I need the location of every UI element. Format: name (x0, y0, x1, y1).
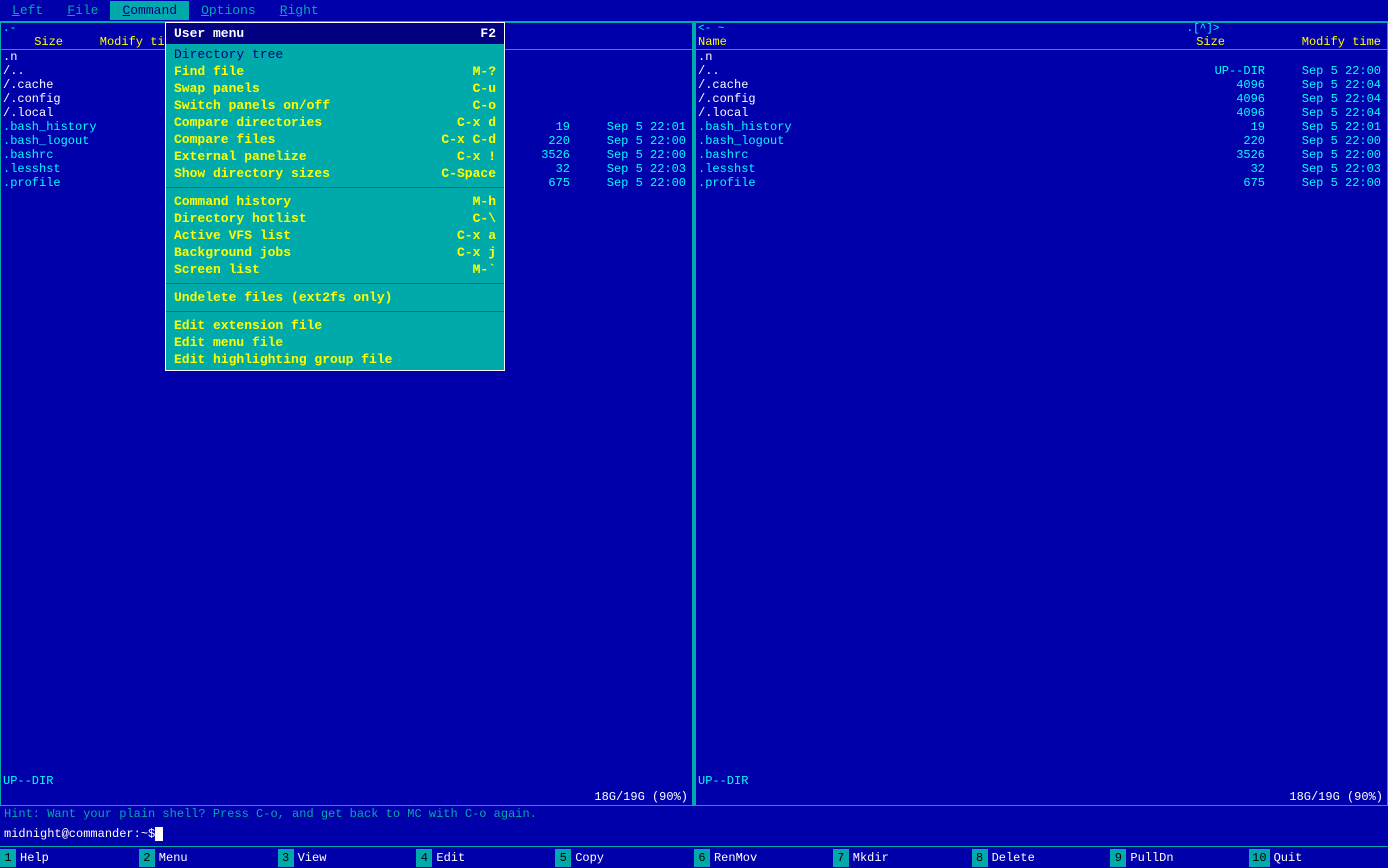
divider-2 (166, 283, 504, 284)
dropdown-title-shortcut: F2 (480, 26, 496, 41)
menu-dir-sizes[interactable]: Show directory sizes C-Space (166, 165, 504, 182)
menu-edit-menu[interactable]: Edit menu file (166, 334, 504, 351)
menu-directory-tree[interactable]: Directory tree (166, 46, 504, 63)
dropdown-section-3: Undelete files (ext2fs only) (166, 287, 504, 308)
menu-left[interactable]: Left (0, 1, 55, 20)
menu-compare-dirs[interactable]: Compare directories C-x d (166, 114, 504, 131)
fkey-8[interactable]: 8 Delete (972, 847, 1111, 868)
menu-find-file[interactable]: Find file M-? (166, 63, 504, 80)
left-disk-info: 18G/19G (90%) (1, 789, 692, 805)
right-row-local[interactable]: /.local 4096 Sep 5 22:04 (696, 106, 1387, 120)
right-panel-empty (696, 190, 1387, 773)
menu-ext-panelize[interactable]: External panelize C-x ! (166, 148, 504, 165)
fkey-7[interactable]: 7 Mkdir (833, 847, 972, 868)
right-panel-status: UP--DIR (696, 773, 1387, 789)
left-col-size: Size (3, 35, 63, 49)
right-panel-header: <- ~ .[^]> (696, 23, 1387, 35)
menu-file[interactable]: File (55, 1, 110, 20)
right-row-bash-history[interactable]: .bash_history 19 Sep 5 22:01 (696, 120, 1387, 134)
menu-options[interactable]: Options (189, 1, 268, 20)
right-row-lesshst[interactable]: .lesshst 32 Sep 5 22:03 (696, 162, 1387, 176)
menu-undelete[interactable]: Undelete files (ext2fs only) (166, 289, 504, 306)
menu-bg-jobs[interactable]: Background jobs C-x j (166, 244, 504, 261)
dropdown-title-text: User menu (174, 26, 244, 41)
menu-cmd-history[interactable]: Command history M-h (166, 193, 504, 210)
divider-3 (166, 311, 504, 312)
right-col-mod: Modify time (1265, 35, 1385, 49)
main-area: .- .[^]> Size Modify time .n /.. (0, 22, 1388, 806)
menu-right[interactable]: Right (268, 1, 331, 20)
menu-switch-panels[interactable]: Switch panels on/off C-o (166, 97, 504, 114)
panels-container: .- .[^]> Size Modify time .n /.. (0, 22, 1388, 806)
dropdown-section-2: Command history M-h Directory hotlist C-… (166, 191, 504, 280)
top-menubar: Left File Command Options Right (0, 0, 1388, 22)
menu-compare-files[interactable]: Compare files C-x C-d (166, 131, 504, 148)
menu-edit-highlight[interactable]: Edit highlighting group file (166, 351, 504, 368)
right-row-config[interactable]: /.config 4096 Sep 5 22:04 (696, 92, 1387, 106)
fkey-6[interactable]: 6 RenMov (694, 847, 833, 868)
menu-screen-list[interactable]: Screen list M-` (166, 261, 504, 278)
fkey-2[interactable]: 2 Menu (139, 847, 278, 868)
menu-command[interactable]: Command (110, 1, 189, 20)
menu-dir-hotlist[interactable]: Directory hotlist C-\ (166, 210, 504, 227)
right-row-bash-logout[interactable]: .bash_logout 220 Sep 5 22:00 (696, 134, 1387, 148)
menu-swap-panels[interactable]: Swap panels C-u (166, 80, 504, 97)
hint-text: Hint: Want your plain shell? Press C-o, … (4, 807, 537, 821)
fkey-bar: 1 Help 2 Menu 3 View 4 Edit 5 Copy 6 Ren… (0, 846, 1388, 868)
right-row-cache[interactable]: /.cache 4096 Sep 5 22:04 (696, 78, 1387, 92)
right-row-bashrc[interactable]: .bashrc 3526 Sep 5 22:00 (696, 148, 1387, 162)
menu-active-vfs[interactable]: Active VFS list C-x a (166, 227, 504, 244)
command-cursor (155, 827, 163, 841)
right-disk-info: 18G/19G (90%) (696, 789, 1387, 805)
command-prompt: midnight@commander:~$ (4, 827, 155, 845)
dropdown-menu: User menu F2 Directory tree Find file M-… (165, 22, 505, 371)
divider-1 (166, 187, 504, 188)
dropdown-section-1: Directory tree Find file M-? Swap panels… (166, 44, 504, 184)
right-row-0[interactable]: /.. UP--DIR Sep 5 22:00 (696, 64, 1387, 78)
command-line[interactable]: midnight@commander:~$ (0, 826, 1388, 846)
menu-edit-ext[interactable]: Edit extension file (166, 317, 504, 334)
fkey-4[interactable]: 4 Edit (416, 847, 555, 868)
right-row-profile[interactable]: .profile 675 Sep 5 22:00 (696, 176, 1387, 190)
right-panel: <- ~ .[^]> Name Size Modify time .n (695, 22, 1388, 806)
right-row-nav[interactable]: .n (696, 50, 1387, 64)
fkey-10[interactable]: 10 Quit (1249, 847, 1388, 868)
dropdown-title: User menu F2 (166, 23, 504, 44)
dropdown-section-4: Edit extension file Edit menu file Edit … (166, 315, 504, 370)
fkey-1[interactable]: 1 Help (0, 847, 139, 868)
right-col-size: Size (1165, 35, 1225, 49)
left-panel-status: UP--DIR (1, 773, 692, 789)
hint-line: Hint: Want your plain shell? Press C-o, … (0, 806, 1388, 826)
fkey-3[interactable]: 3 View (278, 847, 417, 868)
fkey-9[interactable]: 9 PullDn (1110, 847, 1249, 868)
fkey-5[interactable]: 5 Copy (555, 847, 694, 868)
right-col-name: Name (698, 35, 727, 49)
right-panel-cols: Name Size Modify time (696, 35, 1387, 50)
